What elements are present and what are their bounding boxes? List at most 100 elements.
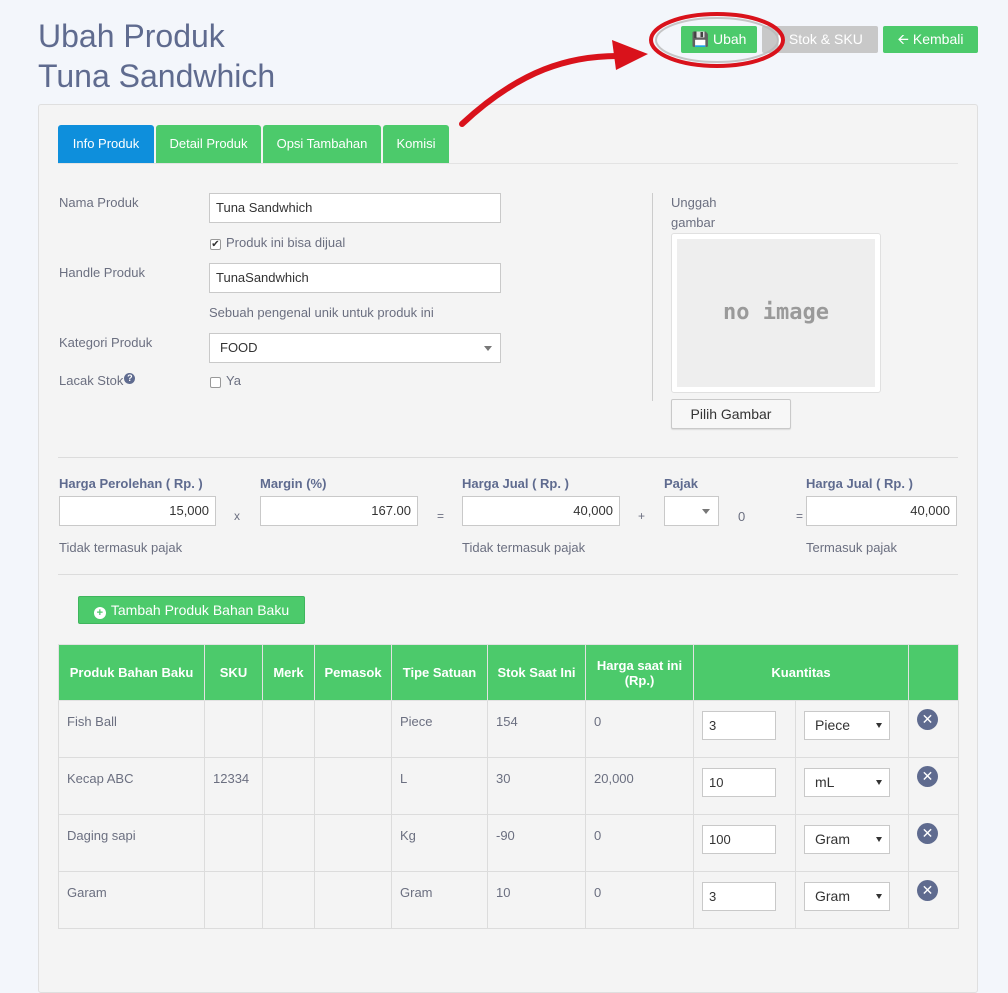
- cell-unit: mL: [794, 757, 910, 815]
- cell-stok: 30: [487, 757, 586, 815]
- margin-input[interactable]: 167.00: [260, 496, 418, 526]
- col-merk: Merk: [262, 644, 315, 701]
- col-produk-bahan-baku: Produk Bahan Baku: [58, 644, 205, 701]
- qty-input[interactable]: 10: [702, 768, 776, 797]
- harga-perolehan-input[interactable]: 15,000: [59, 496, 216, 526]
- unggah-gambar-label-2: gambar: [671, 215, 716, 230]
- unit-select[interactable]: Gram: [804, 825, 890, 854]
- cell-unit: Piece: [794, 700, 910, 758]
- cell-stok: -90: [487, 814, 586, 872]
- tambah-bahan-baku-button[interactable]: + Tambah Produk Bahan Baku: [78, 596, 305, 624]
- page-title-line1: Ubah Produk: [38, 18, 225, 54]
- product-image-preview: no image: [671, 233, 881, 393]
- stok-sku-button-label: Stok & SKU: [788, 31, 863, 47]
- arrow-left-icon: 🡨: [897, 31, 909, 47]
- tambah-bahan-baku-label: Tambah Produk Bahan Baku: [110, 602, 290, 618]
- cell-qty: 3: [693, 871, 796, 929]
- barcode-icon: ▮: [777, 31, 785, 47]
- no-image-placeholder: no image: [677, 239, 875, 387]
- remove-circle-icon[interactable]: ✕: [917, 709, 939, 730]
- cell-unit: Gram: [794, 814, 910, 872]
- unggah-gambar-label-1: Unggah: [671, 195, 717, 210]
- kembali-button[interactable]: 🡨 Kembali: [883, 26, 978, 53]
- cell-harga: 20,000: [585, 757, 694, 815]
- tab-detail-produk[interactable]: Detail Produk: [156, 125, 261, 163]
- bahan-baku-table: Produk Bahan Baku SKU Merk Pemasok Tipe …: [58, 644, 960, 929]
- remove-circle-icon[interactable]: ✕: [917, 880, 939, 901]
- cell-unit: Gram: [794, 871, 910, 929]
- kategori-produk-value: FOOD: [220, 340, 258, 355]
- table-header-row: Produk Bahan Baku SKU Merk Pemasok Tipe …: [58, 644, 960, 701]
- harga-jual-note: Tidak termasuk pajak: [462, 540, 586, 555]
- harga-jual-label: Harga Jual ( Rp. ): [462, 476, 569, 491]
- bisa-dijual-checkbox[interactable]: ✔: [210, 239, 221, 250]
- cell-harga: 0: [585, 814, 694, 872]
- kategori-produk-select[interactable]: FOOD: [209, 333, 501, 363]
- cell-sku: 12334: [204, 757, 263, 815]
- col-actions: [908, 644, 960, 701]
- plus-circle-icon: +: [93, 607, 106, 619]
- handle-produk-label: Handle Produk: [59, 265, 145, 280]
- cell-sku: [204, 871, 263, 929]
- stok-sku-button[interactable]: ▮ Stok & SKU: [762, 26, 878, 53]
- pilih-gambar-button[interactable]: Pilih Gambar: [671, 399, 791, 429]
- save-icon: 💾: [691, 31, 709, 47]
- question-circle-icon[interactable]: ?: [124, 373, 136, 384]
- unit-select[interactable]: Gram: [804, 882, 890, 911]
- handle-produk-input[interactable]: TunaSandwhich: [209, 263, 501, 293]
- lacak-stok-option-label: Ya: [226, 373, 241, 388]
- margin-label: Margin (%): [260, 476, 327, 491]
- ubah-button[interactable]: 💾 Ubah: [681, 26, 757, 53]
- nama-produk-input[interactable]: Tuna Sandwhich: [209, 193, 501, 223]
- harga-perolehan-note: Tidak termasuk pajak: [59, 540, 183, 555]
- cell-merk: [262, 814, 315, 872]
- cell-sku: [204, 814, 263, 872]
- cell-merk: [262, 757, 315, 815]
- tab-info-produk[interactable]: Info Produk: [58, 125, 154, 163]
- table-row: Garam Gram 10 0 3 Gram ✕: [58, 871, 960, 929]
- remove-circle-icon[interactable]: ✕: [917, 823, 939, 844]
- cell-qty: 100: [693, 814, 796, 872]
- cell-pemasok: [314, 700, 392, 758]
- pajak-select[interactable]: [664, 496, 719, 526]
- lacak-stok-checkbox[interactable]: [210, 377, 221, 388]
- section-divider-2: [58, 574, 958, 575]
- page-title: Ubah Produk Tuna Sandwhich: [38, 16, 275, 96]
- form-vertical-divider: [652, 193, 653, 401]
- qty-input[interactable]: 100: [702, 825, 776, 854]
- col-kuantitas: Kuantitas: [692, 644, 910, 701]
- annotation-arrowhead-icon: [612, 40, 648, 70]
- harga-jual-total-input[interactable]: 40,000: [806, 496, 957, 526]
- cell-produk: Fish Ball: [58, 700, 205, 758]
- tab-opsi-tambahan[interactable]: Opsi Tambahan: [263, 125, 381, 163]
- cell-remove: ✕: [908, 814, 960, 872]
- cell-merk: [262, 871, 315, 929]
- operator-equals-2: =: [796, 509, 804, 523]
- tabs-divider: [58, 163, 958, 164]
- section-divider-1: [58, 457, 958, 458]
- cell-merk: [262, 700, 315, 758]
- unit-select[interactable]: Piece: [804, 711, 890, 740]
- cell-pemasok: [314, 871, 392, 929]
- qty-input[interactable]: 3: [702, 711, 776, 740]
- bisa-dijual-label: Produk ini bisa dijual: [226, 235, 346, 250]
- ubah-button-label: Ubah: [712, 31, 747, 47]
- harga-perolehan-label: Harga Perolehan ( Rp. ): [59, 476, 203, 491]
- remove-circle-icon[interactable]: ✕: [917, 766, 939, 787]
- cell-harga: 0: [585, 871, 694, 929]
- qty-input[interactable]: 3: [702, 882, 776, 911]
- cell-qty: 3: [693, 700, 796, 758]
- col-sku: SKU: [204, 644, 263, 701]
- tab-komisi[interactable]: Komisi: [383, 125, 449, 163]
- kategori-produk-label: Kategori Produk: [59, 335, 153, 350]
- table-row: Daging sapi Kg -90 0 100 Gram ✕: [58, 814, 960, 872]
- pajak-amount: 0: [738, 509, 746, 524]
- cell-remove: ✕: [908, 757, 960, 815]
- unit-select[interactable]: mL: [804, 768, 890, 797]
- lacak-stok-label: Lacak Stok?: [59, 373, 136, 388]
- harga-jual-input[interactable]: 40,000: [462, 496, 620, 526]
- harga-jual-total-note: Termasuk pajak: [806, 540, 898, 555]
- cell-qty: 10: [693, 757, 796, 815]
- table-row: Kecap ABC 12334 L 30 20,000 10 mL ✕: [58, 757, 960, 815]
- cell-tipe-satuan: Gram: [391, 871, 488, 929]
